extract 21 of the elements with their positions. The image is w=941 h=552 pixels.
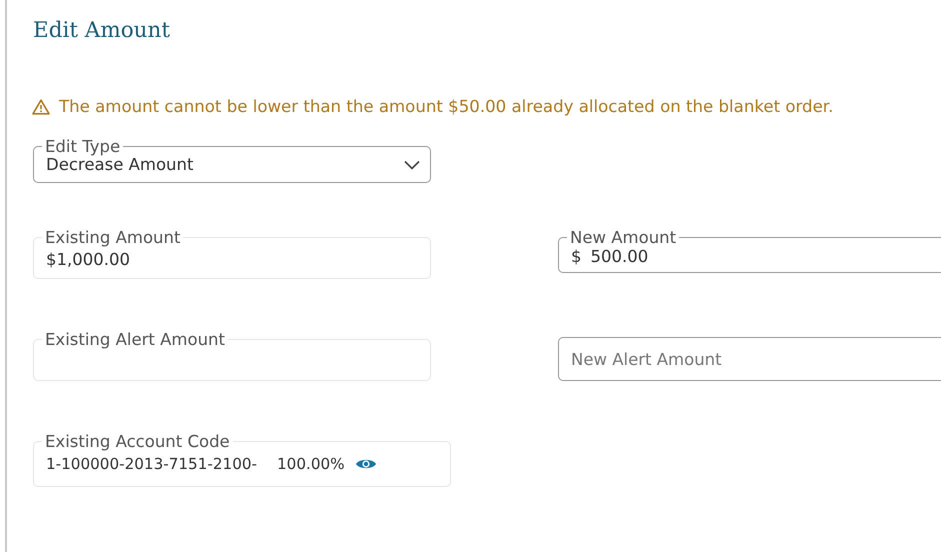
field-value[interactable]: 500.00	[590, 246, 941, 266]
input-field[interactable]: New Alert Amount	[558, 337, 941, 381]
field-label: Existing Account Code	[44, 433, 231, 450]
warning-icon	[32, 98, 50, 114]
page-title: Edit Amount	[33, 18, 171, 43]
account-code: 1-100000-2013-7151-2100-	[46, 455, 257, 473]
input-field[interactable]: Existing Amount $1,000.00	[33, 229, 431, 279]
field-value[interactable]: $1,000.00	[46, 250, 418, 268]
currency-symbol: $	[571, 246, 582, 266]
field-value[interactable]: New Alert Amount	[571, 350, 941, 368]
eye-icon[interactable]	[354, 457, 377, 471]
chevron-down-icon	[404, 160, 420, 170]
field-label: Edit Type	[44, 138, 122, 155]
warning-message: The amount cannot be lower than the amount $50.00 already allocated on the blanket order.	[59, 97, 834, 116]
field-label: New Amount	[569, 229, 678, 246]
field-label: Existing Amount	[44, 229, 182, 246]
input-field[interactable]: New Amount $ 500.00	[558, 229, 941, 273]
field-label: Existing Alert Amount	[44, 331, 226, 348]
edit-type-dropdown[interactable]: Edit Type Decrease Amount	[33, 138, 431, 183]
allocation-percent: 100.00%	[277, 455, 345, 473]
input-field[interactable]: Existing Alert Amount	[33, 331, 431, 381]
